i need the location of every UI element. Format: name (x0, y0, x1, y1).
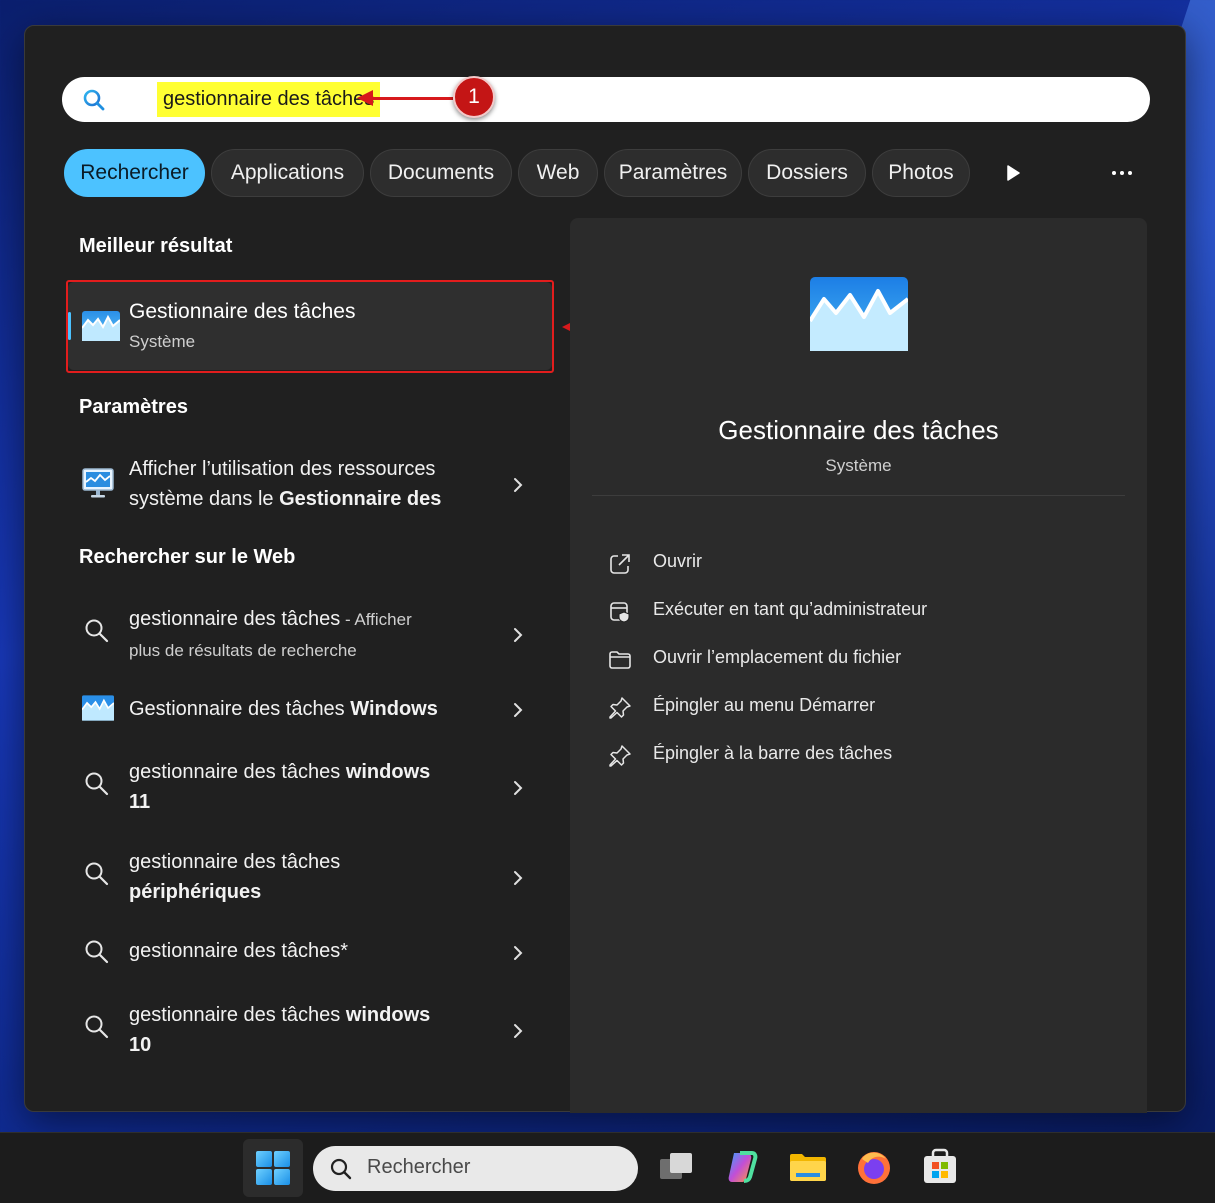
task-manager-icon (82, 695, 114, 721)
pin-icon (609, 745, 631, 767)
preview-subtitle: Système (825, 456, 892, 475)
run-as-admin-icon (610, 602, 630, 623)
start-button[interactable] (243, 1139, 303, 1197)
web-result-item[interactable]: gestionnaire des tâches windows 11 (69, 757, 549, 821)
web-result-text: gestionnaire des tâches* (129, 940, 349, 962)
file-explorer-icon[interactable] (788, 1147, 828, 1187)
pin-icon (609, 697, 631, 719)
annotation-badge-1: 1 (453, 76, 495, 118)
best-match-heading: Meilleur résultat (79, 235, 233, 257)
web-result-text: gestionnaire des tâches (129, 761, 346, 783)
web-result-line2: 11 (129, 791, 151, 813)
web-result-line2: 10 (129, 1034, 152, 1056)
tab-web[interactable]: Web (518, 149, 598, 197)
task-manager-large-icon (810, 277, 908, 351)
search-icon (85, 772, 109, 796)
search-icon (330, 1158, 352, 1180)
microsoft-store-icon[interactable] (920, 1147, 960, 1187)
chevron-right-icon (514, 946, 523, 960)
web-result-text: gestionnaire des tâches (129, 1004, 346, 1026)
task-view-icon[interactable] (656, 1147, 696, 1187)
action-pin-taskbar[interactable]: Épingler à la barre des tâches (608, 741, 1108, 771)
tab-photos[interactable]: Photos (872, 149, 970, 197)
annotation-arrow-1 (370, 97, 453, 100)
web-heading: Rechercher sur le Web (79, 546, 296, 568)
search-panel: gestionnaire des tâches 1 Rechercher App… (24, 25, 1186, 1113)
search-input[interactable]: gestionnaire des tâches (157, 82, 381, 117)
action-open-location[interactable]: Ouvrir l’emplacement du fichier (608, 645, 1108, 675)
search-icon (83, 89, 105, 111)
settings-item-line2: système dans le (129, 488, 280, 510)
web-result-item[interactable]: gestionnaire des tâches - Afficher plus … (69, 604, 549, 668)
search-icon (85, 1015, 109, 1039)
windows-logo-icon (256, 1151, 290, 1185)
action-label: Exécuter en tant qu’administrateur (653, 599, 928, 619)
settings-heading: Paramètres (79, 396, 188, 418)
chevron-right-icon (514, 628, 523, 642)
tab-documents[interactable]: Documents (370, 149, 512, 197)
annotation-frame (66, 280, 554, 373)
web-result-item[interactable]: Gestionnaire des tâches Windows (69, 692, 549, 728)
web-result-item[interactable]: gestionnaire des tâches* (69, 936, 549, 972)
preview-divider (592, 495, 1125, 496)
chevron-right-icon (514, 781, 523, 795)
firefox-icon[interactable] (854, 1147, 894, 1187)
settings-item-line2-bold: Gestionnaire des (279, 488, 442, 510)
web-result-bold: windows (345, 761, 431, 783)
monitor-settings-icon (82, 468, 114, 498)
settings-item[interactable]: Afficher l’utilisation des ressources sy… (69, 454, 549, 518)
chevron-right-icon (514, 703, 523, 717)
preview-title: Gestionnaire des tâches (718, 415, 999, 445)
taskbar-search-placeholder: Rechercher (367, 1156, 471, 1178)
web-result-item[interactable]: gestionnaire des tâches périphériques (69, 847, 549, 911)
web-result-line2: plus de résultats de recherche (129, 641, 357, 660)
chevron-right-icon (514, 1024, 523, 1038)
action-pin-start[interactable]: Épingler au menu Démarrer (608, 693, 1108, 723)
web-result-suffix: - Afficher (340, 610, 412, 629)
tab-parametres[interactable]: Paramètres (604, 149, 742, 197)
tab-rechercher[interactable]: Rechercher (64, 149, 205, 197)
search-icon (85, 862, 109, 886)
action-label: Ouvrir l’emplacement du fichier (653, 647, 902, 667)
action-open[interactable]: Ouvrir (608, 549, 1108, 579)
search-icon (85, 940, 109, 964)
more-options-icon[interactable] (1111, 162, 1133, 184)
preview-pane: Gestionnaire des tâches Système Ouvrir E… (570, 218, 1147, 1113)
web-result-text: Gestionnaire des tâches (129, 698, 351, 720)
web-result-bold: windows (345, 1004, 431, 1026)
copilot-icon[interactable] (722, 1147, 762, 1187)
web-result-text: gestionnaire des tâches (129, 608, 341, 630)
web-result-item[interactable]: gestionnaire des tâches windows 10 (69, 1000, 549, 1064)
web-result-bold: Windows (350, 698, 438, 720)
chevron-right-icon (514, 871, 523, 885)
tab-applications[interactable]: Applications (211, 149, 364, 197)
taskbar-search[interactable]: Rechercher (313, 1146, 638, 1191)
action-label: Ouvrir (653, 551, 702, 571)
taskbar: Rechercher (0, 1132, 1215, 1203)
open-external-icon (610, 554, 630, 574)
settings-item-line1: Afficher l’utilisation des ressources (129, 458, 436, 480)
chevron-right-icon (514, 478, 523, 492)
search-box[interactable]: gestionnaire des tâches (62, 77, 1150, 122)
action-label: Épingler au menu Démarrer (653, 695, 876, 715)
web-result-line2: périphériques (129, 881, 262, 903)
action-run-as-admin[interactable]: Exécuter en tant qu’administrateur (608, 597, 1108, 627)
search-icon (85, 619, 109, 643)
tab-dossiers[interactable]: Dossiers (748, 149, 866, 197)
play-more-icon[interactable] (1002, 162, 1024, 184)
annotation-arrowhead-1 (357, 90, 373, 106)
folder-icon (609, 651, 631, 669)
action-label: Épingler à la barre des tâches (653, 743, 893, 763)
web-result-text: gestionnaire des tâches (129, 851, 341, 873)
